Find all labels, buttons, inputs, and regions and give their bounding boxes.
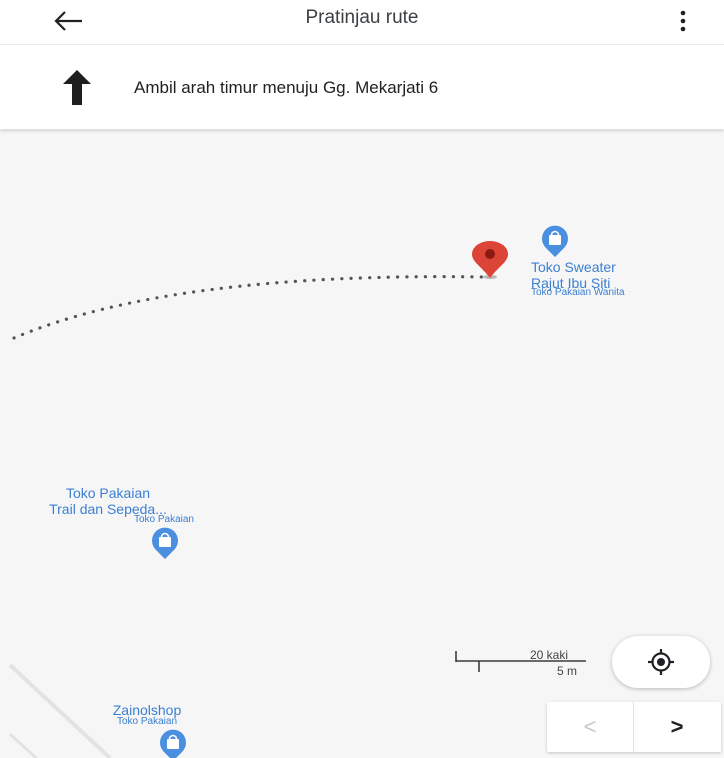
more-vert-icon [680, 10, 686, 32]
previous-step-button[interactable]: < [547, 702, 634, 752]
road-edge [8, 732, 38, 758]
shopping-bag-icon[interactable] [151, 526, 179, 560]
scale-imperial: 20 kaki [530, 648, 569, 662]
more-options-button[interactable] [666, 4, 702, 38]
poi-category: Toko Pakaian [116, 716, 178, 727]
my-location-button[interactable] [612, 636, 710, 688]
red-location-pin-icon[interactable] [468, 240, 512, 280]
poi-name-line1[interactable]: Toko Pakaian [22, 485, 194, 501]
app-bar: Pratinjau rute [0, 0, 724, 45]
step-navigation: < > [547, 702, 721, 752]
direction-instruction: Ambil arah timur menuju Gg. Mekarjati 6 [0, 45, 724, 129]
poi-category: Toko Pakaian [133, 514, 194, 525]
instruction-text: Ambil arah timur menuju Gg. Mekarjati 6 [134, 78, 439, 97]
scale-metric: 5 m [557, 664, 578, 678]
arrow-up-icon [63, 70, 91, 105]
next-step-button[interactable]: > [634, 702, 720, 752]
route-path [12, 275, 487, 340]
my-location-icon [648, 649, 674, 675]
shopping-bag-icon[interactable] [541, 224, 569, 258]
poi-name-line1[interactable]: Toko Sweater [531, 259, 616, 275]
map-view[interactable]: Toko Sweater Rajut Ibu Siti Toko Pakaian… [0, 130, 724, 758]
page-title: Pratinjau rute [305, 7, 419, 28]
shopping-bag-icon[interactable] [159, 728, 187, 758]
poi-category: Toko Pakaian Wanita [531, 287, 625, 298]
